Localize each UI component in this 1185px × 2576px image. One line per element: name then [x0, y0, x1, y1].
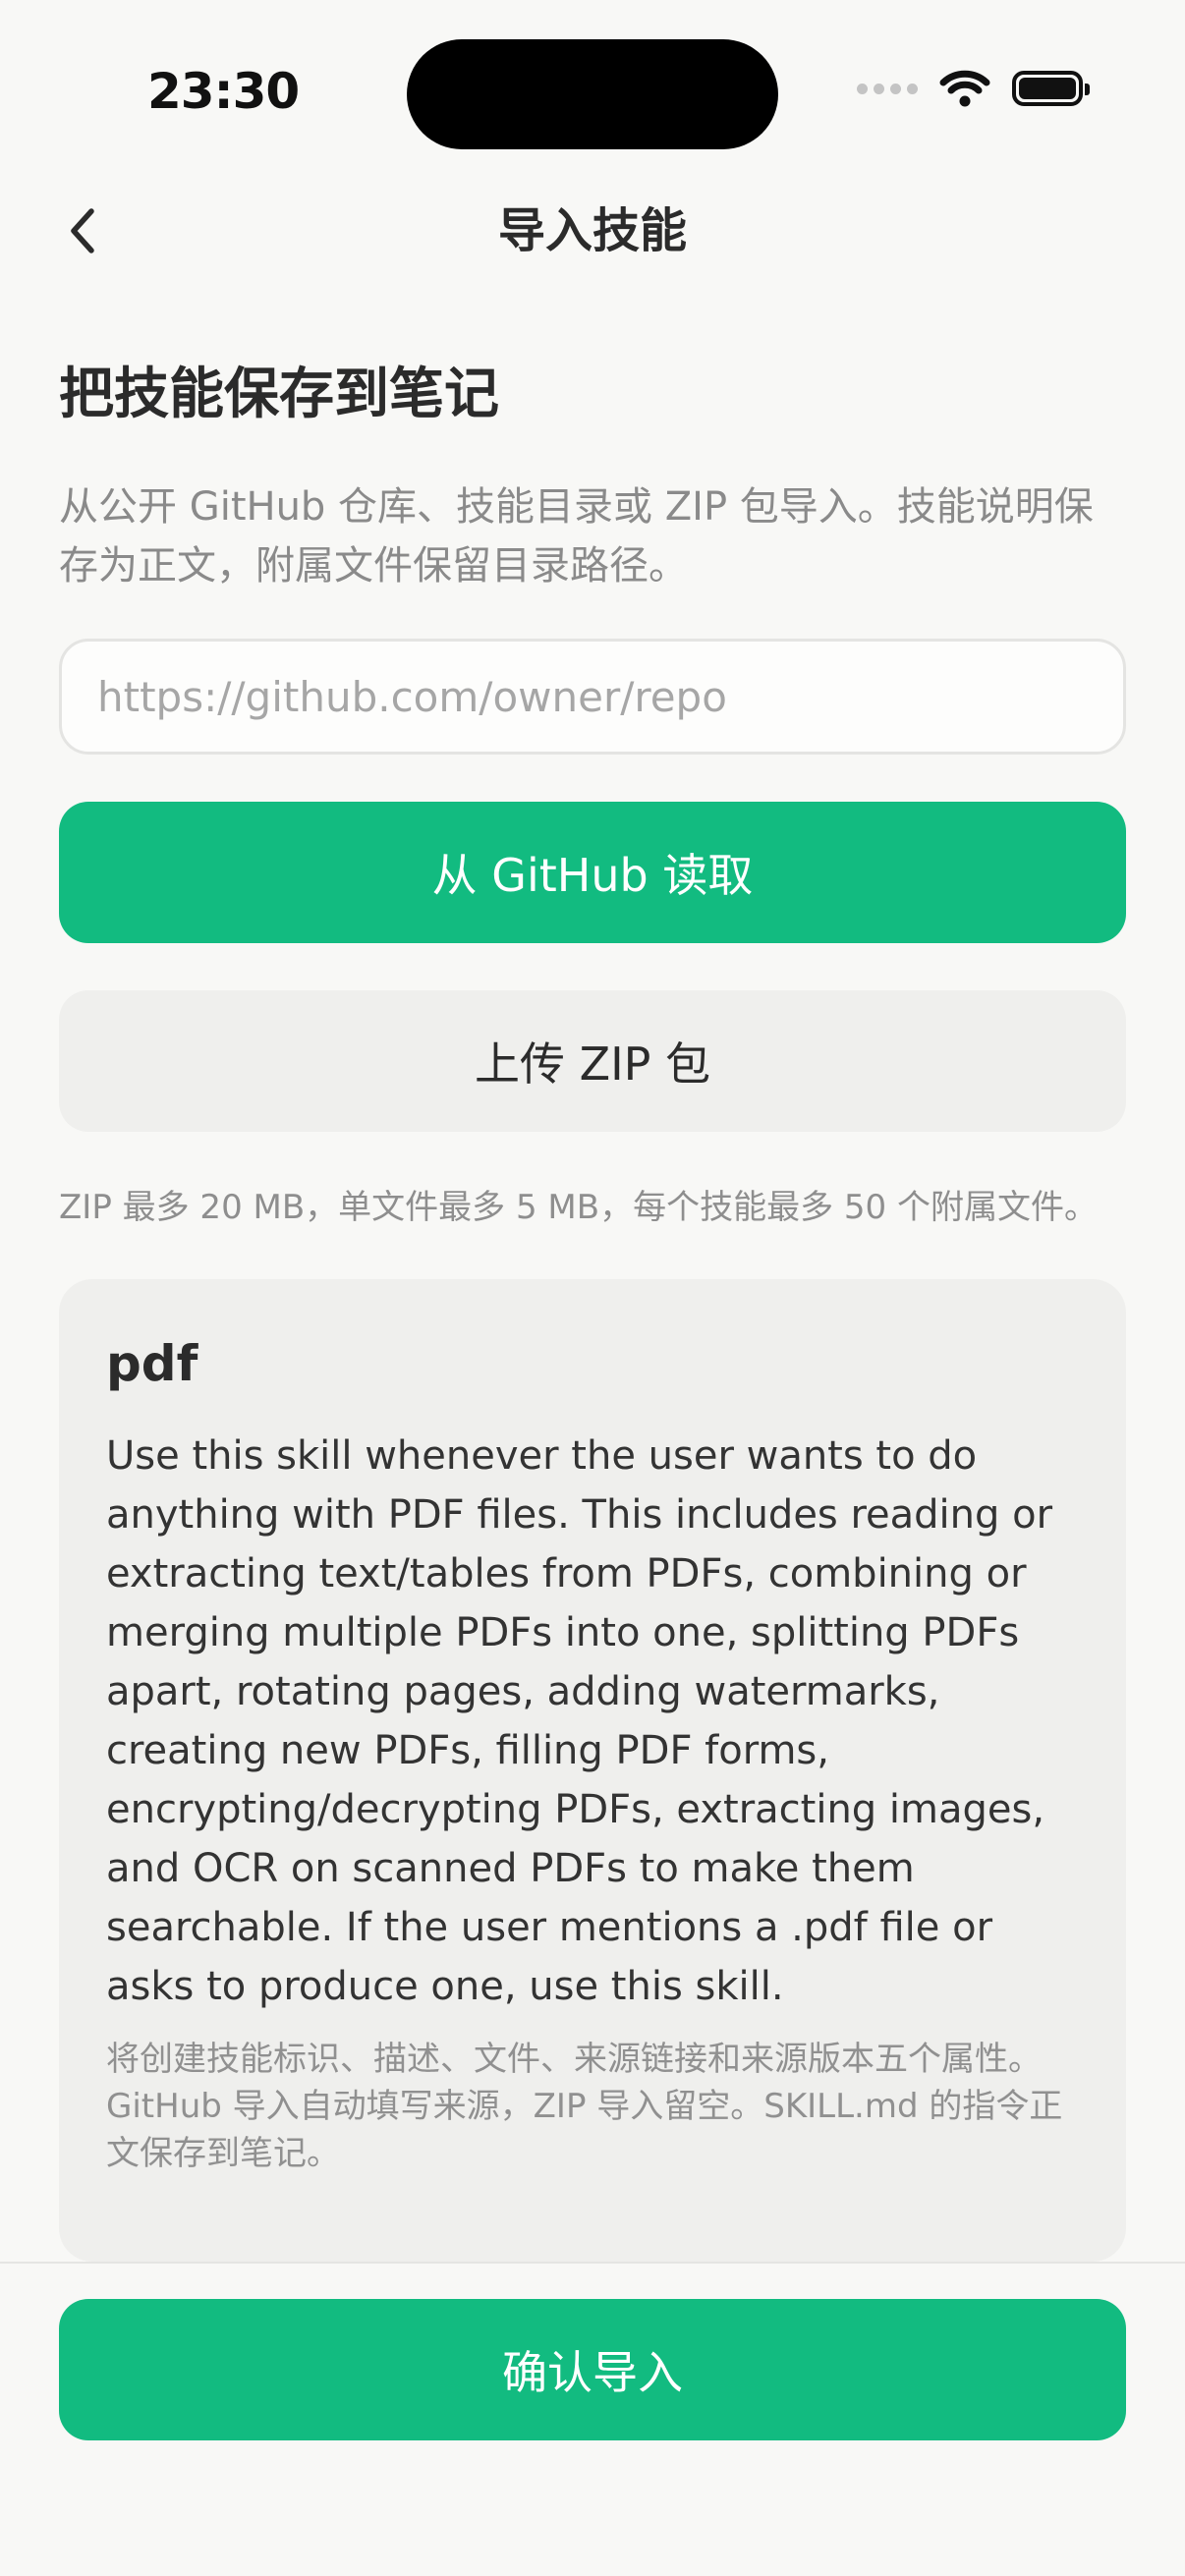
- main-content: 把技能保存到笔记 从公开 GitHub 仓库、技能目录或 ZIP 包导入。技能说…: [59, 354, 1126, 2262]
- intro-text: 从公开 GitHub 仓库、技能目录或 ZIP 包导入。技能说明保存为正文，附属…: [59, 484, 1094, 588]
- skill-name: pdf: [106, 1335, 198, 1392]
- confirm-import-button[interactable]: 确认导入: [59, 2299, 1126, 2440]
- battery-icon: [1012, 71, 1090, 106]
- read-from-github-button[interactable]: 从 GitHub 读取: [59, 802, 1126, 943]
- bottom-action-bar: 确认导入: [0, 2262, 1185, 2576]
- github-url-input[interactable]: [59, 639, 1126, 755]
- wifi-icon: [939, 70, 990, 107]
- cellular-signal-icon: [857, 83, 918, 94]
- import-note: 将创建技能标识、描述、文件、来源链接和来源版本五个属性。GitHub 导入自动填…: [106, 2040, 1063, 2173]
- upload-zip-button[interactable]: 上传 ZIP 包: [59, 990, 1126, 1132]
- status-time: 23:30: [147, 63, 300, 120]
- page-title: 导入技能: [497, 203, 687, 258]
- skill-preview-card: pdf Use this skill whenever the user wan…: [59, 1279, 1126, 2262]
- import-skill-screen: 23:30 导入技能 把技能保存到笔记 从公开 GitHub 仓库、技能目录或 …: [0, 0, 1185, 2576]
- status-indicators: [857, 69, 1090, 108]
- chevron-left-icon: [71, 208, 94, 253]
- skill-description: Use this skill whenever the user wants t…: [106, 1433, 1053, 2009]
- dynamic-island: [407, 39, 778, 149]
- back-button[interactable]: [53, 196, 112, 265]
- upload-limits-text: ZIP 最多 20 MB，单文件最多 5 MB，每个技能最多 50 个附属文件。: [59, 1188, 1098, 1227]
- section-heading: 把技能保存到笔记: [59, 363, 499, 426]
